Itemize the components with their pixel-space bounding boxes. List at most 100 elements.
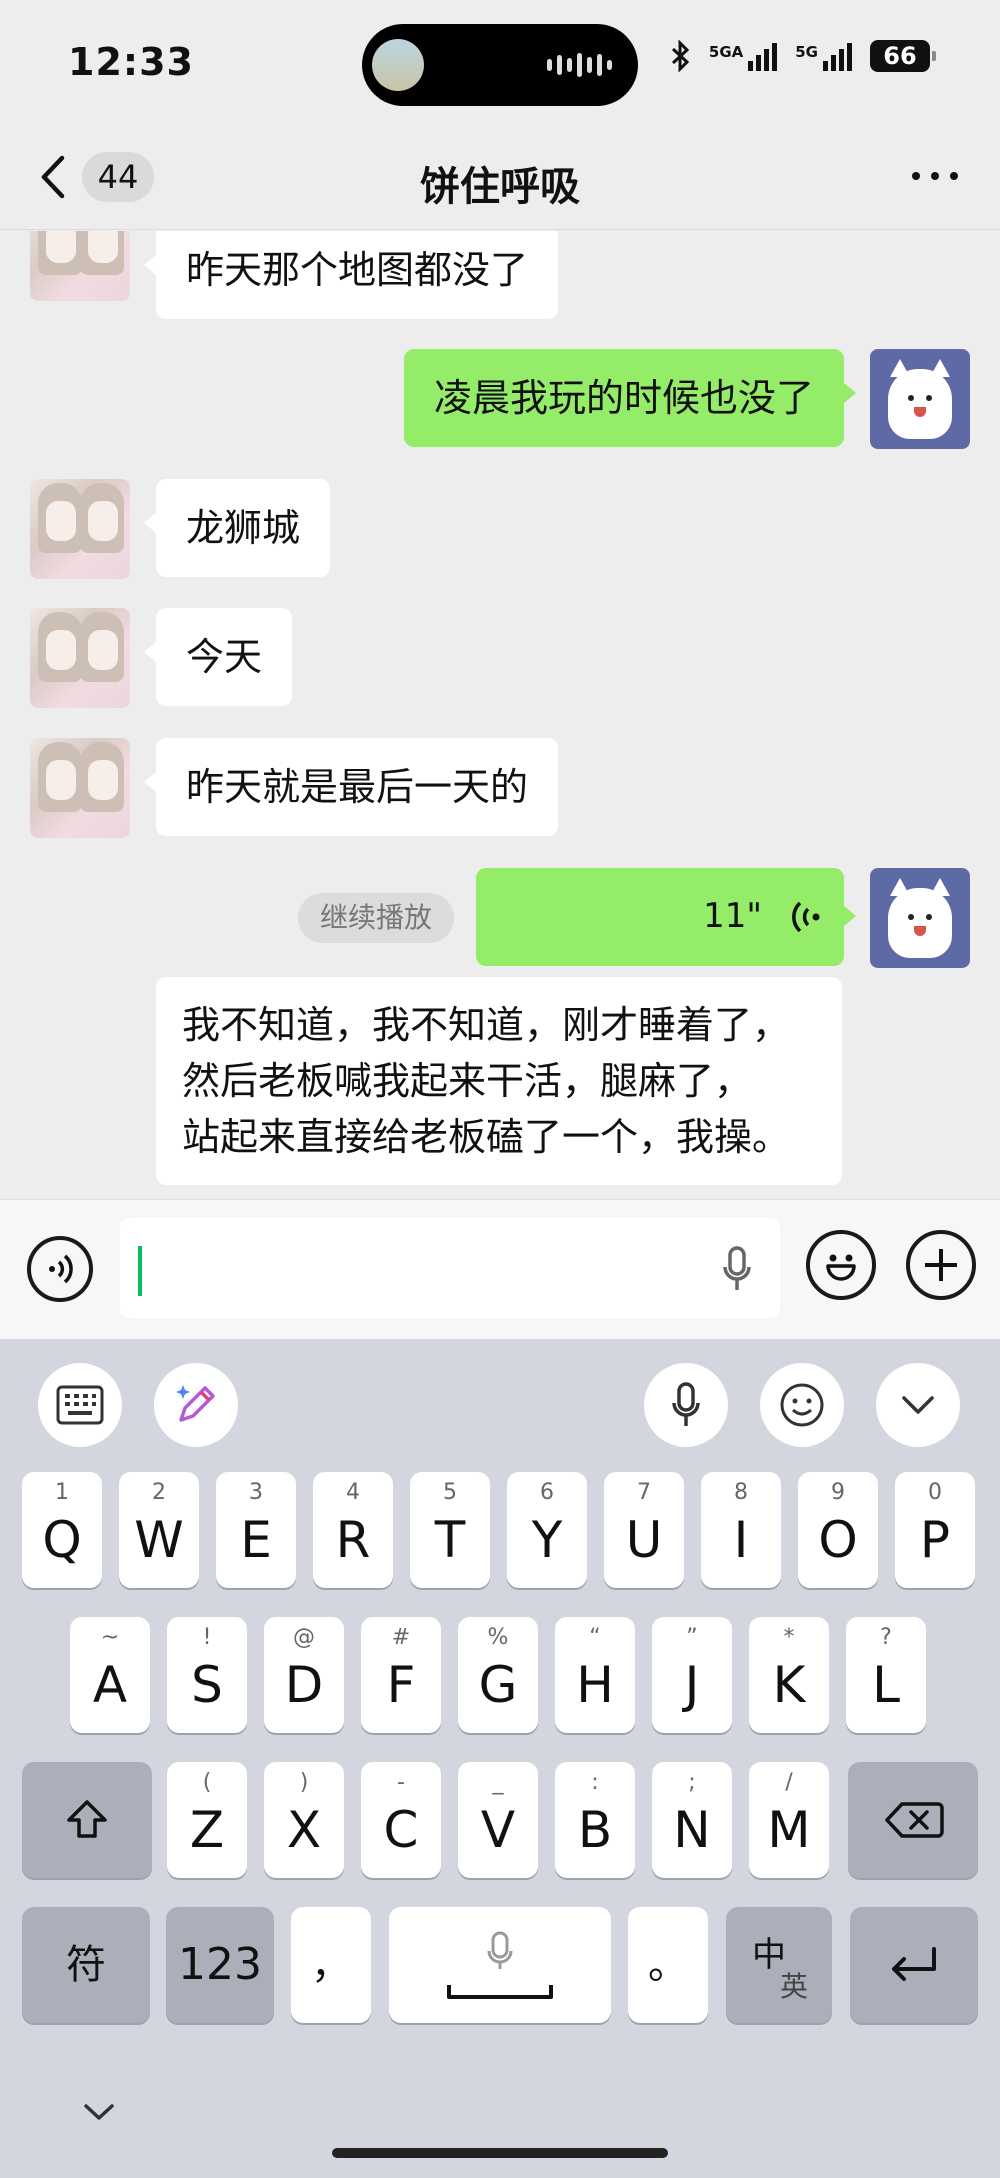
key-y[interactable]: 6Y — [507, 1472, 587, 1588]
key-label: I — [733, 1511, 749, 1569]
message-text-input[interactable] — [120, 1218, 780, 1318]
key-k[interactable]: * K — [749, 1617, 829, 1733]
keyboard-collapse-chevron-icon[interactable] — [876, 1363, 960, 1447]
key-sublabel: ” — [686, 1625, 698, 1650]
contact-avatar[interactable] — [30, 608, 130, 708]
microphone-icon[interactable] — [722, 1246, 752, 1292]
key-label: D — [284, 1656, 324, 1714]
key-sublabel: 5 — [443, 1480, 457, 1505]
my-avatar[interactable] — [870, 349, 970, 449]
return-key[interactable] — [850, 1907, 978, 2023]
key-l[interactable]: ? L — [846, 1617, 926, 1733]
voice-input-toggle-icon[interactable] — [27, 1236, 93, 1302]
key-e[interactable]: 3E — [216, 1472, 296, 1588]
key-label: X — [286, 1801, 322, 1859]
more-options-icon[interactable] — [910, 156, 960, 203]
bluetooth-icon — [671, 40, 690, 72]
number-key[interactable]: 123 — [166, 1907, 274, 2023]
keyboard-dismiss-chevron-icon[interactable] — [82, 2102, 116, 2122]
key-f[interactable]: # F — [361, 1617, 441, 1733]
comma-key[interactable]: ， — [291, 1907, 371, 2023]
key-o[interactable]: 9O — [798, 1472, 878, 1588]
emoji-icon[interactable] — [806, 1230, 876, 1300]
key-label: M — [767, 1801, 811, 1859]
key-j[interactable]: ” J — [652, 1617, 732, 1733]
key-u[interactable]: 7U — [604, 1472, 684, 1588]
message-input-bar — [0, 1199, 1000, 1339]
key-label: G — [478, 1656, 518, 1714]
key-label: H — [576, 1656, 614, 1714]
contact-avatar[interactable] — [30, 738, 130, 838]
key-label: Y — [531, 1511, 563, 1569]
key-m[interactable]: / M — [749, 1762, 829, 1878]
key-t[interactable]: 5T — [410, 1472, 490, 1588]
signal-1-label: 5GA — [708, 43, 744, 61]
key-sublabel: _ — [492, 1770, 504, 1795]
key-sublabel: 1 — [55, 1480, 69, 1505]
key-label: S — [191, 1656, 223, 1714]
key-sublabel: # — [391, 1625, 411, 1650]
key-sublabel: * — [783, 1625, 795, 1650]
continue-playing-button[interactable]: 继续播放 — [298, 893, 455, 943]
my-avatar[interactable] — [870, 868, 970, 968]
cellular-signal-2-icon: 5G — [795, 41, 852, 71]
key-sublabel: 9 — [831, 1480, 845, 1505]
key-v[interactable]: _ V — [458, 1762, 538, 1878]
now-playing-thumbnail — [372, 39, 424, 91]
key-label: 。 — [648, 1942, 688, 1988]
space-key[interactable] — [389, 1907, 611, 2023]
key-b[interactable]: :B — [555, 1762, 635, 1878]
ai-pen-icon[interactable] — [154, 1363, 238, 1447]
message-bubble-received[interactable]: 昨天就是最后一天的 — [143, 738, 559, 836]
home-indicator[interactable] — [332, 2148, 668, 2158]
backspace-key[interactable] — [848, 1762, 978, 1878]
key-n[interactable]: ; N — [652, 1762, 732, 1878]
key-label: F — [386, 1656, 416, 1714]
key-label: K — [772, 1656, 806, 1714]
key-p[interactable]: 0P — [895, 1472, 975, 1588]
keyboard-switch-icon[interactable] — [38, 1363, 122, 1447]
key-label: ， — [311, 1942, 351, 1988]
keyboard-emoji-icon[interactable] — [760, 1363, 844, 1447]
message-bubble-received[interactable]: 今天 — [143, 608, 293, 706]
contact-avatar[interactable] — [30, 231, 130, 301]
key-x[interactable]: ) X — [264, 1762, 344, 1878]
voice-duration: 11" — [703, 896, 762, 936]
message-bubble-received[interactable]: 龙狮城 — [143, 479, 331, 577]
message-list[interactable]: 昨天那个地图都没了 凌晨我玩的时候也没了 龙狮城 今天 昨天就是最后一天的 继续… — [0, 231, 1000, 1199]
key-i[interactable]: 8I — [701, 1472, 781, 1588]
key-label: 符 — [66, 1942, 106, 1988]
key-label: U — [625, 1511, 663, 1569]
key-sublabel: : — [591, 1770, 599, 1795]
key-h[interactable]: “H — [555, 1617, 635, 1733]
symbol-key[interactable]: 符 — [22, 1907, 150, 2023]
voice-transcript[interactable]: 我不知道，我不知道，刚才睡着了， 然后老板喊我起来干活，腿麻了， 站起来直接给老… — [156, 977, 842, 1185]
voice-message-bubble[interactable]: 11" — [476, 868, 856, 966]
key-label: E — [240, 1511, 272, 1569]
key-g[interactable]: % G — [458, 1617, 538, 1733]
key-d[interactable]: @ D — [264, 1617, 344, 1733]
shift-key[interactable] — [22, 1762, 152, 1878]
key-z[interactable]: (Z — [167, 1762, 247, 1878]
key-w[interactable]: 2W — [119, 1472, 199, 1588]
plus-icon[interactable] — [906, 1230, 976, 1300]
key-label: W — [134, 1511, 184, 1569]
dynamic-island[interactable] — [362, 24, 638, 106]
period-key[interactable]: 。 — [628, 1907, 708, 2023]
message-bubble-sent[interactable]: 凌晨我玩的时候也没了 — [403, 349, 857, 447]
contact-avatar[interactable] — [30, 479, 130, 579]
key-sublabel: ) — [299, 1770, 309, 1795]
status-bar: 12:33 5GA 5G 66 — [0, 0, 1000, 130]
key-label: T — [434, 1511, 466, 1569]
key-a[interactable]: ~ A — [70, 1617, 150, 1733]
key-c[interactable]: -C — [361, 1762, 441, 1878]
keyboard-microphone-icon[interactable] — [644, 1363, 728, 1447]
key-q[interactable]: 1Q — [22, 1472, 102, 1588]
key-s[interactable]: ! S — [167, 1617, 247, 1733]
key-sublabel: 4 — [346, 1480, 360, 1505]
key-r[interactable]: 4R — [313, 1472, 393, 1588]
message-bubble-received[interactable]: 昨天那个地图都没了 — [143, 231, 559, 319]
language-switch-key[interactable]: 中 英 — [726, 1907, 832, 2023]
key-label: V — [480, 1801, 516, 1859]
key-sublabel: 3 — [249, 1480, 263, 1505]
